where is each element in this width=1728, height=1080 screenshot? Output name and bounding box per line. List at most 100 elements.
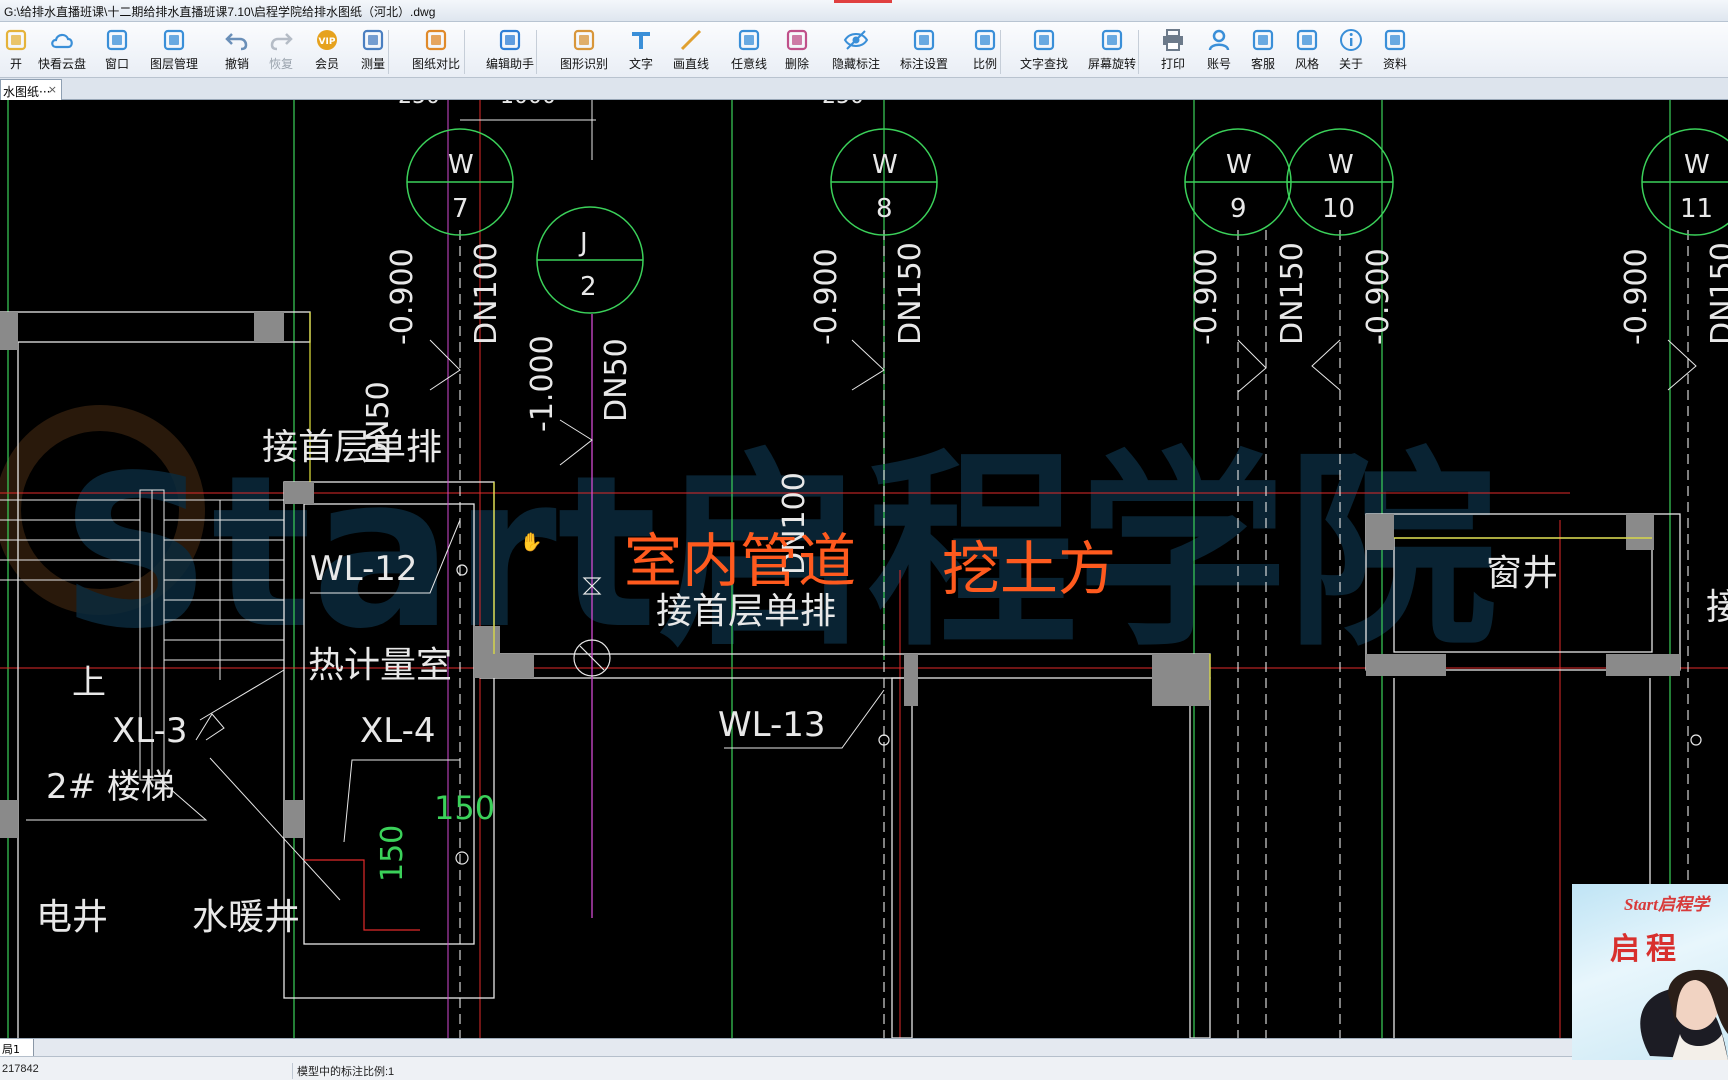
- hand-cursor-icon: ✋: [520, 532, 543, 553]
- bubble-w11-bottom: 11: [1680, 194, 1714, 224]
- toolbar-button-20[interactable]: 屏幕旋转: [1078, 26, 1146, 76]
- bubble-j2-top: J: [580, 228, 588, 258]
- toolbar-button-15[interactable]: 删除: [774, 26, 820, 76]
- toolbar-separator: [464, 30, 465, 74]
- edit-helper-icon: [499, 29, 521, 51]
- toolbar-button-7[interactable]: VIP 会员: [304, 26, 350, 76]
- main-toolbar: 开快看云盘 窗口 图层管理 撤销 恢复 VIP 会员 测量 图纸对比 编辑助手 图形识别 文字 画直线任…: [0, 22, 1728, 78]
- toolbar-button-21[interactable]: 打印: [1150, 26, 1196, 76]
- toolbar-button-10[interactable]: 编辑助手: [476, 26, 544, 76]
- title-bar: G:\给排水直播班课\十二期给排水直播班课7.10\启程学院给排水图纸（河北）.…: [0, 0, 1728, 22]
- bubble-circles: [406, 128, 1728, 314]
- drawing-canvas[interactable]: Start启程学院 W 7 W 8 W 9 W 10 W 11 J 2 -0.9…: [0, 100, 1728, 1038]
- document-tab-bar: 水图纸··· ×: [0, 78, 1728, 100]
- annotation-indoor-trench[interactable]: 室内管道: [624, 532, 856, 590]
- annotation-earthwork[interactable]: 挖土方: [942, 540, 1116, 598]
- toolbar-button-6[interactable]: 恢复: [258, 26, 304, 76]
- label-window-well: 窗井: [1486, 553, 1559, 594]
- toolbar-button-8[interactable]: 测量: [350, 26, 396, 76]
- text-icon: [632, 32, 650, 49]
- layers-icon: [163, 29, 185, 51]
- toolbar-label: 风格: [1294, 57, 1319, 71]
- toolbar-button-12[interactable]: 文字: [618, 26, 664, 76]
- ruler-icon: [362, 29, 384, 51]
- documents-icon: [1384, 29, 1406, 51]
- toolbar-button-25[interactable]: 关于: [1328, 26, 1374, 76]
- toolbar-label: 图层管理: [149, 57, 198, 71]
- toolbar-label: 测量: [360, 57, 385, 71]
- dimension-top: 1000: [500, 100, 556, 108]
- toolbar-button-24[interactable]: 风格: [1284, 26, 1330, 76]
- pipe-size-label: DN150: [1275, 242, 1310, 345]
- svg-text:VIP: VIP: [319, 37, 336, 47]
- toolbar-label: 会员: [314, 57, 339, 71]
- toolbar-label: 客服: [1250, 57, 1275, 71]
- status-bar: 217842 模型中的标注比例:1: [0, 1056, 1728, 1080]
- toolbar-button-9[interactable]: 图纸对比: [402, 26, 470, 76]
- dimension-top: 250: [398, 100, 440, 108]
- toolbar-button-19[interactable]: 文字查找: [1010, 26, 1078, 76]
- elevation-label: -0.900: [809, 248, 844, 345]
- toolbar-button-18[interactable]: 比例: [962, 26, 1008, 76]
- pipe-size-label: DN100: [469, 242, 504, 345]
- label-dim-150: 150: [375, 824, 410, 882]
- toolbar-label: 任意线: [730, 57, 767, 71]
- toolbar-separator: [1000, 30, 1001, 74]
- toolbar-button-5[interactable]: 撤销: [214, 26, 260, 76]
- elevation-label: -0.900: [1189, 248, 1224, 345]
- label-electric-well: 电井: [36, 897, 109, 938]
- toolbar-button-23[interactable]: 客服: [1240, 26, 1286, 76]
- label-heat-meter-room: 热计量室: [308, 645, 453, 686]
- redo-icon: [270, 33, 293, 51]
- eye-icon: [843, 30, 869, 50]
- headset-icon: [1252, 29, 1274, 51]
- line-icon: [680, 29, 702, 51]
- close-icon[interactable]: ×: [48, 83, 57, 96]
- cad-viewer-window: G:\给排水直播班课\十二期给排水直播班课7.10\启程学院给排水图纸（河北）.…: [0, 0, 1728, 1080]
- toolbar-button-14[interactable]: 任意线: [720, 26, 778, 76]
- toolbar-button-16[interactable]: 隐藏标注: [822, 26, 890, 76]
- title-indicator: [834, 0, 892, 3]
- presenter-video: [1640, 969, 1728, 1060]
- label-wl12: WL-12: [310, 549, 418, 589]
- bubble-w11-top: W: [1684, 150, 1710, 180]
- toolbar-button-4[interactable]: 图层管理: [140, 26, 208, 76]
- toolbar-button-22[interactable]: 账号: [1196, 26, 1242, 76]
- toolbar-label: 编辑助手: [485, 57, 534, 71]
- text-search-icon: [1033, 29, 1055, 51]
- toolbar-label: 屏幕旋转: [1087, 57, 1136, 71]
- toolbar-button-13[interactable]: 画直线: [662, 26, 720, 76]
- toolbar-label: 比例: [972, 57, 997, 71]
- bubble-w8-top: W: [872, 150, 898, 180]
- coordinate-readout: 217842: [2, 1063, 39, 1075]
- cloud-icon: [51, 33, 73, 49]
- toolbar-label: 图形识别: [559, 57, 608, 71]
- toolbar-label: 资料: [1382, 57, 1407, 71]
- toolbar-separator: [536, 30, 537, 74]
- printer-icon: [1163, 29, 1183, 51]
- label-xl3: XL-3: [112, 711, 188, 751]
- bubble-w10-top: W: [1328, 150, 1354, 180]
- toolbar-button-11[interactable]: 图形识别: [550, 26, 618, 76]
- vip-icon: VIP: [317, 30, 337, 50]
- undo-icon: [225, 33, 248, 51]
- bubble-j2-bottom: 2: [580, 272, 597, 302]
- toolbar-label: 图纸对比: [411, 57, 460, 71]
- toolbar-button-3[interactable]: 窗口: [94, 26, 140, 76]
- toolbar-button-2[interactable]: 快看云盘: [28, 26, 96, 76]
- info-icon: [1340, 29, 1362, 51]
- scale-icon: [974, 29, 996, 51]
- toolbar-label: 文字: [628, 57, 653, 71]
- label-stair-2: 2# 楼梯: [46, 767, 175, 807]
- folder-icon: [5, 29, 27, 51]
- toolbar-label: 关于: [1338, 57, 1363, 71]
- annotation-scale: 模型中的标注比例:1: [292, 1063, 394, 1079]
- label-up: 上: [72, 663, 106, 703]
- tab-label: 水图纸···: [3, 85, 51, 99]
- elevation-label: -0.900: [1619, 248, 1654, 345]
- toolbar-button-17[interactable]: 标注设置: [890, 26, 958, 76]
- toolbar-label: 画直线: [672, 57, 709, 71]
- toolbar-button-26[interactable]: 资料: [1372, 26, 1418, 76]
- tab-drawing[interactable]: 水图纸··· ×: [0, 79, 62, 100]
- tab-layout[interactable]: 局1: [0, 1039, 34, 1056]
